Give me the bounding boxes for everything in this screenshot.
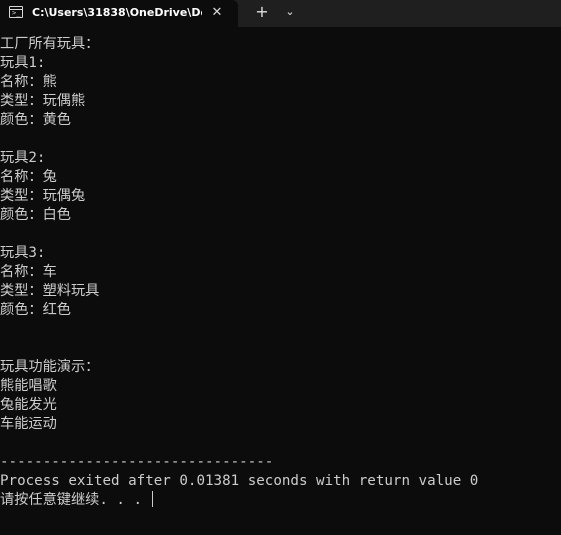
prompt-line: 请按任意键继续. . .	[0, 491, 561, 510]
output-line: 熊能唱歌	[0, 378, 57, 394]
terminal-window: >_ C:\Users\31838\OneDrive\Des ✕ + ⌄ 工厂所…	[0, 0, 561, 535]
text-cursor	[151, 491, 153, 507]
output-line: 类型：玩偶兔	[0, 188, 86, 204]
new-tab-button[interactable]: +	[252, 2, 272, 22]
close-tab-icon[interactable]: ✕	[208, 4, 226, 22]
output-line: 车能运动	[0, 416, 57, 432]
output-line: 玩具2:	[0, 150, 46, 166]
separator-line: --------------------------------	[0, 454, 274, 470]
output-line: 名称：车	[0, 264, 57, 280]
output-line: 类型：塑料玩具	[0, 283, 100, 299]
title-bar: >_ C:\Users\31838\OneDrive\Des ✕ + ⌄	[0, 0, 561, 27]
tab-title: C:\Users\31838\OneDrive\Des	[32, 6, 202, 19]
output-line: 颜色：白色	[0, 207, 71, 223]
output-line: 名称：兔	[0, 169, 57, 185]
prompt-text: 请按任意键继续. . .	[0, 492, 151, 508]
output-line: 名称：熊	[0, 74, 57, 90]
output-line: 玩具1:	[0, 55, 46, 71]
output-line: 类型：玩偶熊	[0, 93, 86, 109]
output-line: 兔能发光	[0, 397, 57, 413]
output-line: 颜色：红色	[0, 302, 71, 318]
exit-status-line: Process exited after 0.01381 seconds wit…	[0, 473, 479, 489]
output-line: 玩具3:	[0, 245, 46, 261]
terminal-icon: >_	[9, 6, 23, 18]
terminal-output[interactable]: 工厂所有玩具： 玩具1: 名称：熊 类型：玩偶熊 颜色：黄色 玩具2: 名称：兔…	[0, 35, 561, 525]
output-line: 玩具功能演示：	[0, 359, 100, 375]
output-line: 工厂所有玩具：	[0, 36, 100, 52]
output-line: 颜色：黄色	[0, 112, 71, 128]
terminal-tab[interactable]: >_ C:\Users\31838\OneDrive\Des ✕	[0, 0, 238, 27]
chevron-down-icon[interactable]: ⌄	[282, 3, 298, 21]
